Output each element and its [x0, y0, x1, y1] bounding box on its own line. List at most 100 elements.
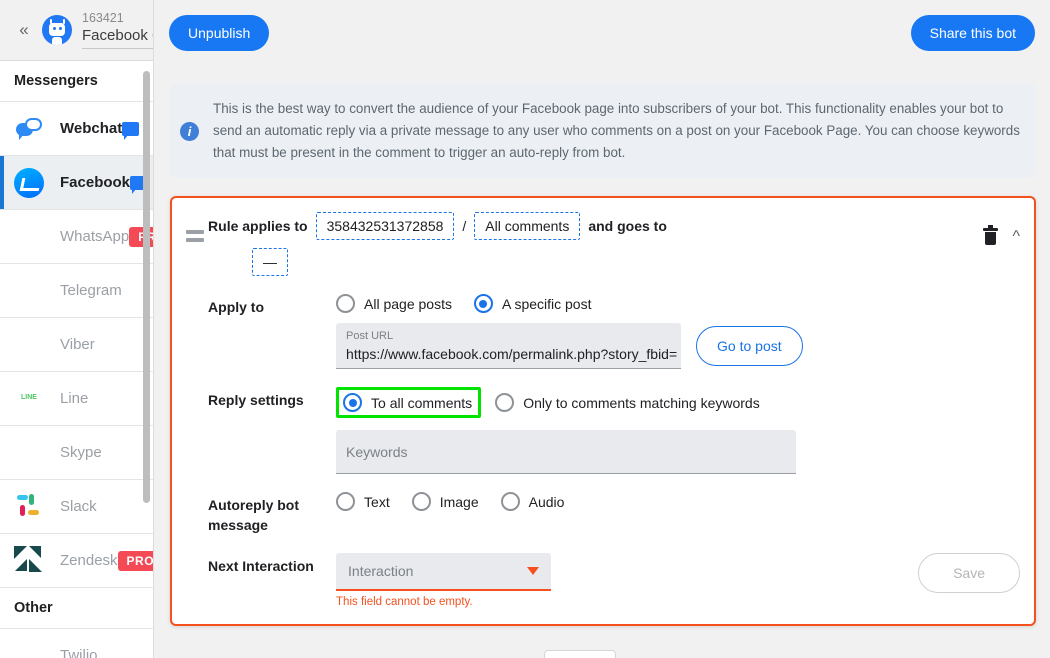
top-toolbar: Unpublish Share this bot: [154, 0, 1050, 66]
rule-applies-line: Rule applies to 358432531372858 / All co…: [208, 212, 969, 240]
sidebar-item-skype[interactable]: Skype: [0, 426, 154, 480]
keywords-input[interactable]: Keywords: [336, 430, 797, 474]
facebook-messenger-icon: [14, 167, 44, 198]
sidebar-item-zendesk[interactable]: Zendesk PRO: [0, 534, 154, 588]
sidebar-item-twilio[interactable]: Twilio: [0, 629, 154, 658]
pro-badge: PRO: [117, 550, 154, 571]
bot-avatar: [42, 15, 72, 45]
sidebar-section-messengers: Messengers: [0, 61, 154, 102]
rule-header-body: Rule applies to 358432531372858 / All co…: [208, 212, 969, 276]
sidebar-item-facebook[interactable]: Facebook: [0, 156, 154, 210]
radio-audio[interactable]: Audio: [500, 492, 565, 511]
post-id-field[interactable]: 358432531372858: [315, 212, 455, 240]
add-rule-button-peek[interactable]: [544, 650, 617, 658]
post-url-label: Post URL: [346, 330, 394, 342]
sidebar-item-telegram[interactable]: Telegram: [0, 264, 154, 318]
post-url-row: Post URL https://www.facebook.com/permal…: [336, 323, 1020, 369]
next-interaction-label: Next Interaction: [208, 558, 314, 574]
radio-image[interactable]: Image: [411, 492, 479, 511]
radio-a-specific-post[interactable]: A specific post: [473, 294, 591, 313]
goes-to-target-field[interactable]: —: [252, 248, 289, 276]
keywords-placeholder: Keywords: [346, 444, 408, 460]
radio-icon: [336, 492, 356, 511]
sidebar-item-label: Viber: [60, 336, 95, 353]
apply-to-controls: All page posts A specific post Post URL …: [336, 294, 1020, 369]
chevron-up-icon: ^: [1012, 227, 1020, 245]
autoreply-radio-group: Text Image Audio: [336, 492, 1020, 511]
reply-settings-row: Reply settings To all comments Only to c…: [186, 387, 1020, 474]
twilio-icon: [14, 641, 44, 658]
rule-applies-to-label: Rule applies to: [208, 218, 308, 234]
radio-icon: [411, 492, 431, 511]
rule-card: Rule applies to 358432531372858 / All co…: [170, 196, 1036, 626]
apply-to-radio-group: All page posts A specific post: [336, 294, 1020, 313]
comments-scope-field[interactable]: All comments: [474, 212, 581, 240]
sidebar-item-slack[interactable]: Slack: [0, 480, 154, 534]
save-button[interactable]: Save: [918, 553, 1020, 593]
sidebar-item-label: Slack: [60, 498, 97, 515]
apply-to-row: Apply to All page posts A specific post: [186, 294, 1020, 369]
radio-label: Audio: [528, 493, 565, 510]
unpublish-button[interactable]: Unpublish: [169, 15, 270, 51]
radio-icon: [336, 294, 356, 313]
go-to-post-button[interactable]: Go to post: [696, 326, 803, 366]
next-interaction-select[interactable]: Interaction: [336, 553, 552, 591]
sidebar-item-whatsapp[interactable]: WhatsApp PRO: [0, 210, 154, 264]
telegram-icon: [14, 276, 44, 306]
sidebar-scrollbar[interactable]: [143, 71, 151, 503]
radio-icon-selected: [473, 294, 493, 313]
delete-rule-button[interactable]: [983, 225, 999, 245]
highlight-box: To all comments: [336, 387, 482, 418]
sidebar-item-label: Skype: [60, 444, 102, 461]
share-this-bot-button[interactable]: Share this bot: [910, 15, 1035, 51]
radio-icon: [495, 393, 515, 412]
radio-all-page-posts[interactable]: All page posts: [336, 294, 452, 313]
next-interaction-select-wrap: Interaction This field cannot be empty.: [336, 553, 552, 608]
sidebar: « 163421 Facebook Comment Testing Messen…: [0, 0, 155, 658]
trash-icon: [983, 225, 999, 245]
separator: /: [462, 218, 467, 234]
info-banner: i This is the best way to convert the au…: [170, 84, 1036, 178]
pro-badge: PRO: [129, 226, 154, 247]
sidebar-section-other: Other: [0, 588, 154, 629]
radio-to-all-comments[interactable]: To all comments: [343, 393, 472, 412]
info-icon: i: [180, 121, 200, 141]
drag-handle-icon[interactable]: [186, 230, 208, 246]
radio-text[interactable]: Text: [336, 492, 390, 511]
sidebar-item-label: Zendesk: [60, 552, 118, 569]
bot-id: 163421: [82, 11, 124, 25]
sidebar-item-webchat[interactable]: Webchat: [0, 102, 154, 156]
reply-settings-radio-group: To all comments Only to comments matchin…: [336, 387, 1020, 418]
sidebar-item-viber[interactable]: Viber: [0, 318, 154, 372]
chat-bubble-icon[interactable]: [122, 121, 140, 140]
sidebar-item-line[interactable]: LINE Line: [0, 372, 154, 426]
sidebar-scroll-area: Messengers Webchat Facebook WhatsApp PRO: [0, 61, 154, 658]
radio-label: To all comments: [371, 394, 473, 411]
radio-icon: [500, 492, 520, 511]
info-banner-text: This is the best way to convert the audi…: [213, 101, 1020, 160]
sidebar-item-label: Telegram: [60, 282, 122, 299]
post-url-value: https://www.facebook.com/permalink.php?s…: [346, 346, 678, 362]
sidebar-item-label: Facebook: [60, 174, 131, 191]
radio-icon-selected: [343, 393, 363, 412]
post-url-input[interactable]: Post URL https://www.facebook.com/permal…: [336, 323, 682, 369]
skype-icon: [14, 438, 44, 468]
bot-selector[interactable]: 163421 Facebook Comment Testing: [82, 11, 154, 49]
rule-header-actions: ^: [969, 225, 1020, 245]
line-icon: LINE: [14, 384, 44, 414]
collapse-rule-button[interactable]: ^: [1012, 227, 1020, 245]
bot-name: Facebook Comment Testing: [82, 27, 153, 44]
whatsapp-icon: [14, 222, 44, 252]
and-goes-to-label: and goes to: [588, 218, 667, 234]
autoreply-label: Autoreply bot message: [208, 497, 300, 533]
sidebar-header: « 163421 Facebook Comment Testing: [0, 0, 154, 61]
radio-only-matching-keywords[interactable]: Only to comments matching keywords: [495, 393, 760, 412]
radio-label: Text: [364, 493, 390, 510]
next-interaction-placeholder: Interaction: [348, 563, 414, 579]
autoreply-controls: Text Image Audio: [336, 492, 1020, 511]
slack-icon: [14, 492, 44, 522]
sidebar-item-label: Twilio: [60, 647, 98, 658]
collapse-sidebar-icon[interactable]: «: [10, 16, 38, 44]
apply-to-label: Apply to: [208, 299, 265, 315]
rule-header: Rule applies to 358432531372858 / All co…: [186, 212, 1020, 276]
